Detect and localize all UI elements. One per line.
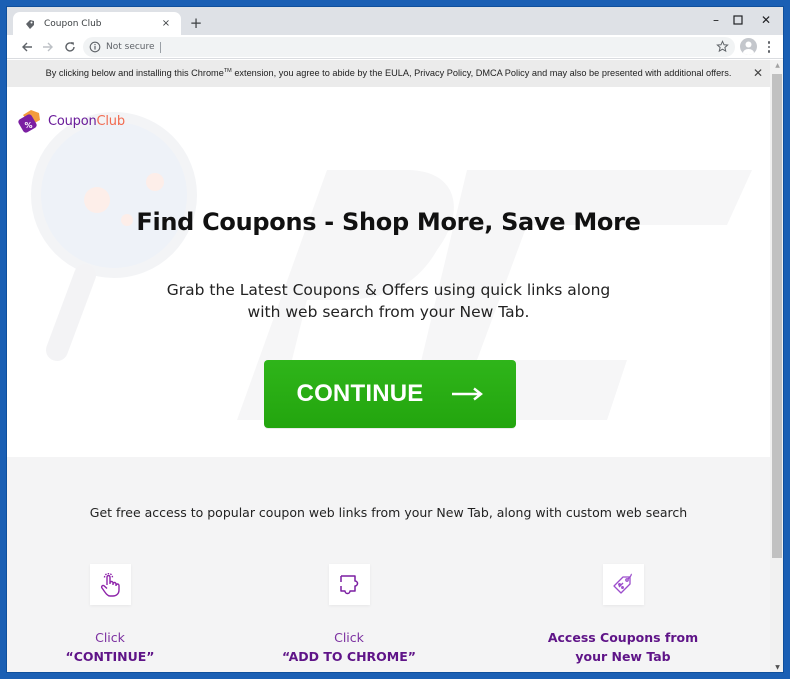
step-icon-box — [89, 564, 131, 605]
maximize-icon — [733, 15, 743, 25]
step-icon-box — [328, 564, 370, 605]
step-3-text: Access Coupons from your New Tab — [547, 630, 699, 664]
tab-strip: Coupon Club × + – ✕ — [7, 7, 783, 35]
page-headline: Find Coupons - Shop More, Save More — [136, 208, 641, 236]
notice-text: By clicking below and installing this Ch… — [45, 68, 732, 79]
step-2-line2: “ADD TO CHROME” — [282, 649, 416, 664]
forward-button[interactable] — [38, 37, 58, 57]
browser-toolbar: Not secure — [7, 35, 783, 59]
svg-text:%: % — [25, 121, 33, 130]
step-access-coupons: Access Coupons from your New Tab — [513, 564, 733, 666]
page-scrollbar[interactable]: ▲ ▼ — [770, 60, 783, 672]
security-label: Not secure — [106, 42, 155, 52]
window-close-button[interactable]: ✕ — [753, 11, 779, 29]
continue-button[interactable]: CONTINUE — [264, 360, 516, 428]
tab-title: Coupon Club — [44, 18, 102, 29]
step-add-to-chrome: Click “ADD TO CHROME” — [239, 564, 459, 664]
profile-button[interactable] — [740, 38, 757, 55]
couponclub-logo[interactable]: % CouponClub — [15, 107, 125, 135]
continue-button-label: CONTINUE — [296, 380, 424, 407]
arrow-right-icon — [452, 387, 484, 401]
price-tag-icon — [613, 573, 632, 594]
back-button[interactable] — [17, 37, 37, 57]
reload-icon — [65, 42, 75, 52]
step-1-line2: “CONTINUE” — [65, 649, 155, 664]
page-subtext: Grab the Latest Coupons & Offers using q… — [166, 281, 611, 321]
page-content: risk.com By clicking below and installin… — [7, 60, 770, 672]
browser-window: Coupon Club × + – ✕ Not secure By clicki… — [6, 6, 784, 673]
coupon-favicon-icon — [26, 19, 34, 29]
step-click-continue: Click “CONTINUE” — [7, 564, 220, 664]
omnibox-separator — [159, 41, 161, 53]
features-section: Get free access to popular coupon web li… — [7, 457, 770, 672]
back-arrow-icon — [22, 42, 32, 52]
tab-close-button[interactable]: × — [159, 18, 173, 29]
maximize-button[interactable] — [725, 11, 751, 29]
scroll-thumb[interactable] — [772, 74, 782, 558]
step-icon-box — [602, 564, 644, 605]
info-icon[interactable] — [89, 41, 101, 53]
scroll-up-button[interactable]: ▲ — [770, 60, 783, 72]
features-intro: Get free access to popular coupon web li… — [89, 505, 688, 520]
reload-button[interactable] — [60, 37, 80, 57]
coupon-tag-logo-icon: % — [18, 110, 40, 133]
new-tab-button[interactable]: + — [187, 14, 205, 32]
star-icon[interactable] — [716, 40, 729, 53]
hand-pointer-icon — [100, 572, 120, 597]
step-2-line1: Click — [334, 630, 364, 645]
logo-text: CouponClub — [48, 113, 125, 129]
address-bar[interactable]: Not secure — [83, 37, 735, 57]
profile-icon — [743, 41, 754, 55]
scroll-down-button[interactable]: ▼ — [770, 662, 783, 672]
eula-notice-bar: By clicking below and installing this Ch… — [7, 60, 770, 87]
tab-coupon-club[interactable]: Coupon Club × — [13, 12, 181, 35]
puzzle-piece-icon — [340, 574, 359, 594]
notice-close-button[interactable]: ✕ — [753, 66, 763, 80]
menu-dots-icon[interactable] — [762, 37, 776, 57]
step-1-line1: Click — [95, 630, 125, 645]
forward-arrow-icon — [43, 42, 53, 52]
